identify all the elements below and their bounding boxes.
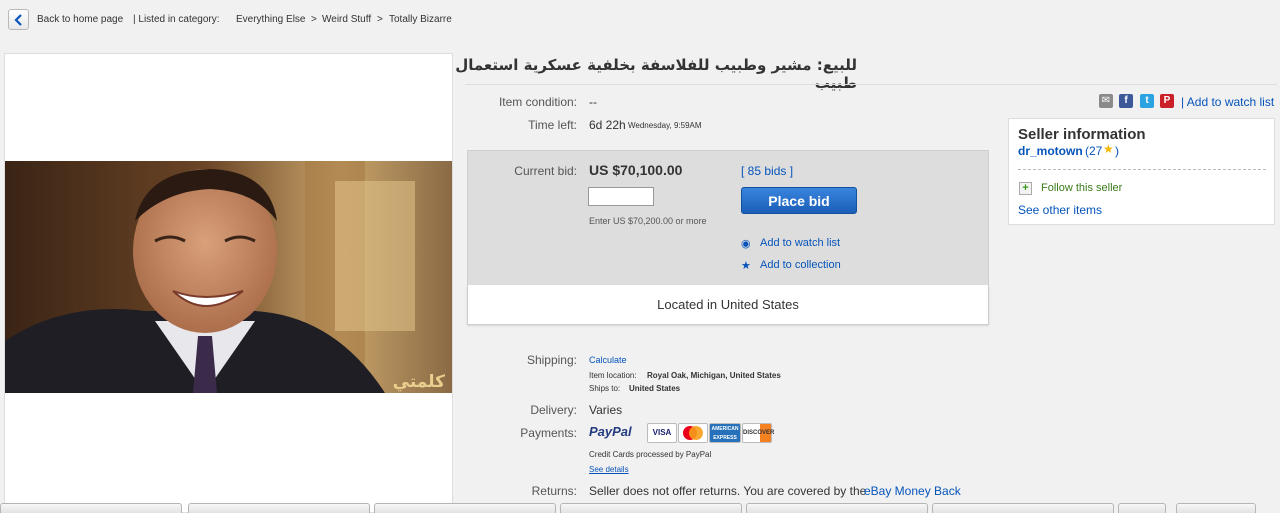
credit-cards-note: Credit Cards processed by PayPal xyxy=(589,450,712,459)
payments-label: Payments: xyxy=(520,426,577,440)
facebook-icon[interactable]: f xyxy=(1119,94,1133,108)
seller-heading: Seller information xyxy=(1018,126,1146,143)
seller-feedback[interactable]: (27 xyxy=(1085,144,1102,158)
condition-value: -- xyxy=(589,95,597,109)
watermark-text: كلمتي xyxy=(393,372,445,392)
paypal-logo: PayPal xyxy=(589,424,632,439)
visa-logo: VISA xyxy=(647,423,677,443)
ships-to-value: United States xyxy=(629,384,681,393)
person-photo-image: كلمتي xyxy=(5,161,452,393)
delivery-label: Delivery: xyxy=(530,403,577,417)
item-location-label: Item location: xyxy=(589,371,637,380)
chevron-left-icon xyxy=(14,14,22,26)
twitter-icon[interactable]: t xyxy=(1140,94,1154,108)
seller-name-link[interactable]: dr_motown xyxy=(1018,144,1083,158)
ships-to-label: Ships to: xyxy=(589,384,621,393)
calculate-shipping-link[interactable]: Calculate xyxy=(589,355,627,365)
star-icon: ★ xyxy=(741,260,751,272)
item-location-value: Royal Oak, Michigan, United States xyxy=(647,371,781,380)
browser-tab[interactable] xyxy=(1176,503,1256,513)
current-bid-value: US $70,100.00 xyxy=(589,162,683,178)
returns-value: Seller does not offer returns. You are c… xyxy=(589,484,867,498)
see-details-link[interactable]: See details xyxy=(589,465,629,474)
item-photo[interactable]: كلمتي xyxy=(5,161,452,393)
mastercard-logo xyxy=(678,423,708,443)
yellow-star-icon: ★ xyxy=(1103,142,1114,156)
seller-divider xyxy=(1018,169,1266,170)
add-to-watch-list-link-top[interactable]: | Add to watch list xyxy=(1181,95,1274,109)
amex-logo: AMERICAN EXPRESS xyxy=(709,423,741,443)
follow-seller-link[interactable]: Follow this seller xyxy=(1041,182,1122,194)
breadcrumb-category-3[interactable]: Totally Bizarre xyxy=(389,14,452,25)
discover-logo: DISCOVER xyxy=(742,423,774,443)
browser-tab[interactable] xyxy=(560,503,742,513)
eye-icon: ◉ xyxy=(741,238,751,250)
add-to-watch-list-link[interactable]: Add to watch list xyxy=(760,237,840,249)
browser-tab[interactable] xyxy=(932,503,1114,513)
place-bid-button[interactable]: Place bid xyxy=(741,187,857,214)
item-image-panel: كلمتي xyxy=(4,53,453,513)
back-button[interactable] xyxy=(8,9,29,30)
back-to-home-link[interactable]: Back to home page xyxy=(37,14,123,25)
located-in-text: Located in United States xyxy=(657,297,799,312)
browser-tab[interactable] xyxy=(1118,503,1166,513)
browser-tab[interactable] xyxy=(188,503,370,513)
item-title: للبيع: مشير وطبيب للفلاسفة بخلفية عسكرية… xyxy=(455,56,857,92)
title-divider xyxy=(465,84,1277,85)
time-left-detail: Wednesday, 9:59AM xyxy=(628,121,702,130)
breadcrumb-separator: > xyxy=(311,14,317,25)
shipping-label: Shipping: xyxy=(526,353,577,367)
breadcrumb-separator: > xyxy=(377,14,383,25)
bid-hint: Enter US $70,200.00 or more xyxy=(589,216,707,226)
condition-label: Item condition: xyxy=(498,95,577,109)
returns-label: Returns: xyxy=(531,484,577,498)
plus-icon[interactable]: + xyxy=(1019,182,1032,195)
see-other-items-link[interactable]: See other items xyxy=(1018,203,1102,217)
bid-count-link[interactable]: [ 85 bids ] xyxy=(741,164,793,178)
time-left-value: 6d 22h xyxy=(589,118,626,132)
browser-tab[interactable] xyxy=(746,503,928,513)
bid-amount-input[interactable] xyxy=(588,187,654,206)
pinterest-icon[interactable]: P xyxy=(1160,94,1174,108)
money-back-link[interactable]: eBay Money Back xyxy=(864,484,961,498)
current-bid-label: Current bid: xyxy=(514,164,577,178)
seller-feedback-close: ) xyxy=(1115,144,1119,158)
time-left-label: Time left: xyxy=(528,118,577,132)
email-icon[interactable]: ✉ xyxy=(1099,94,1113,108)
delivery-value: Varies xyxy=(589,403,623,417)
browser-tab[interactable] xyxy=(374,503,556,513)
add-to-collection-link[interactable]: Add to collection xyxy=(760,259,841,271)
breadcrumb-category-1[interactable]: Everything Else xyxy=(236,14,305,25)
breadcrumb-category-2[interactable]: Weird Stuff xyxy=(322,14,371,25)
listed-in-label: | Listed in category: xyxy=(133,14,220,25)
browser-tab[interactable] xyxy=(0,503,182,513)
